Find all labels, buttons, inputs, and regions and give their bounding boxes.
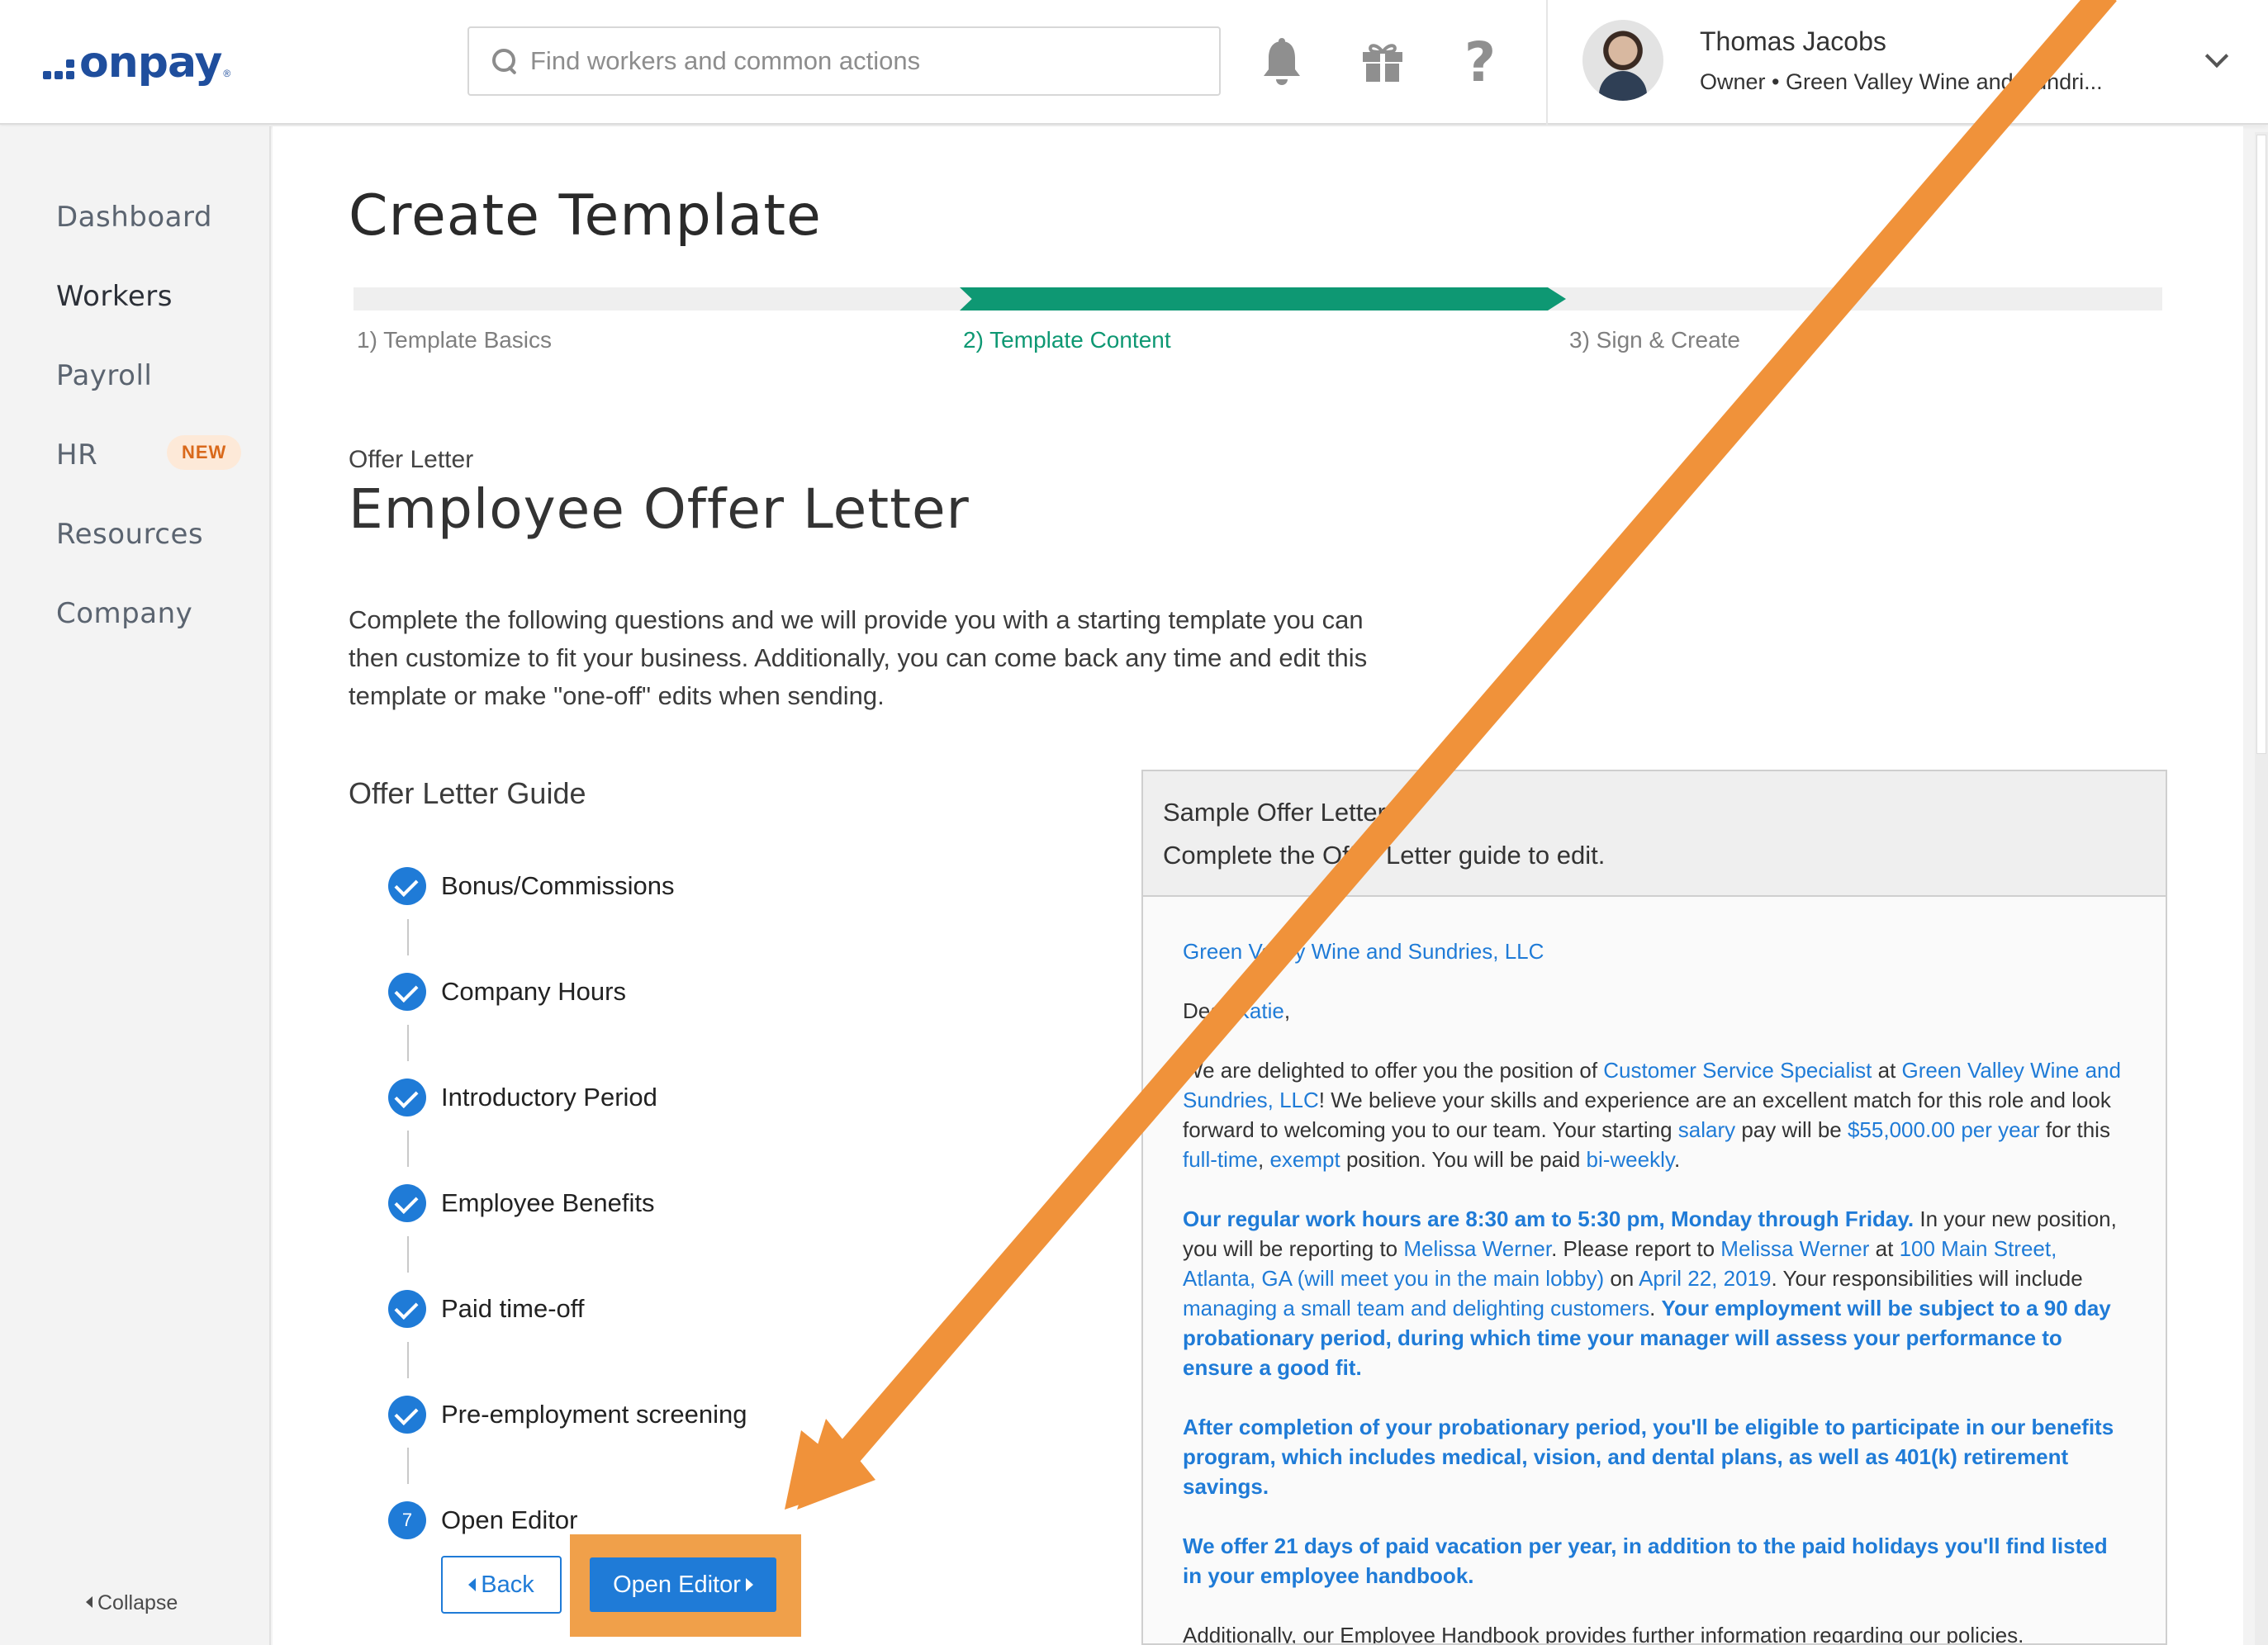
onpay-logo[interactable]: onpay ® [43, 30, 230, 96]
guide-item-label: Pre-employment screening [441, 1400, 747, 1429]
letter-paragraph-4: We offer 21 days of paid vacation per ye… [1183, 1534, 2108, 1588]
back-button[interactable]: Back [441, 1556, 562, 1614]
logo-registered-mark: ® [223, 68, 231, 79]
gift-icon[interactable] [1358, 33, 1407, 91]
step-template-content[interactable]: 2) Template Content [963, 327, 1171, 353]
caret-right-icon [745, 1578, 753, 1591]
guide-item-hours[interactable]: Company Hours [388, 973, 626, 1011]
check-circle-icon [388, 973, 426, 1011]
guide-item-label: Bonus/Commissions [441, 871, 675, 900]
search-input[interactable] [530, 46, 1191, 76]
guide-item-label: Company Hours [441, 977, 626, 1006]
guide-item-screening[interactable]: Pre-employment screening [388, 1396, 747, 1434]
sample-panel-header: Sample Offer Letter Complete the Offer L… [1143, 771, 2166, 897]
step-progress-active [960, 287, 1566, 311]
sidebar-item-hr[interactable]: HR NEW [56, 435, 242, 472]
sidebar-item-hr-label: HR [56, 439, 98, 472]
avatar [1582, 20, 1663, 101]
page-title: Create Template [349, 183, 822, 249]
open-editor-button-label: Open Editor [613, 1571, 741, 1598]
check-circle-icon [388, 1396, 426, 1434]
step-number-badge: 7 [388, 1501, 426, 1539]
search-icon [491, 47, 519, 75]
guide-connector [407, 1131, 409, 1167]
logo-text: onpay [79, 38, 222, 88]
app-window: onpay ® ? Thomas Jac [0, 0, 2268, 1645]
guide-item-label: Open Editor [441, 1505, 578, 1534]
guide-item-pto[interactable]: Paid time-off [388, 1290, 584, 1328]
guide-connector [407, 1025, 409, 1061]
sample-letter-body: Green Valley Wine and Sundries, LLC Dear… [1183, 936, 2124, 1645]
doc-title: Employee Offer Letter [349, 477, 970, 541]
step-sign-create[interactable]: 3) Sign & Create [1569, 327, 1740, 353]
letter-greeting: Dear Katie, [1183, 998, 1291, 1023]
sidebar-item-workers[interactable]: Workers [56, 280, 173, 313]
guide-connector [407, 1448, 409, 1484]
guide-item-benefits[interactable]: Employee Benefits [388, 1184, 654, 1222]
user-name: Thomas Jacobs [1700, 26, 1886, 56]
sidebar-item-company[interactable]: Company [56, 597, 192, 630]
sample-panel-subtitle: Complete the Offer Letter guide to edit. [1163, 841, 1606, 870]
guide-item-bonus[interactable]: Bonus/Commissions [388, 867, 675, 905]
guide-item-label: Introductory Period [441, 1083, 657, 1112]
top-bar: onpay ® ? Thomas Jac [0, 0, 2268, 125]
back-button-label: Back [481, 1571, 534, 1598]
guide-connector [407, 1342, 409, 1378]
intro-text: Complete the following questions and we … [349, 605, 1368, 710]
letter-paragraph-5: Additionally, our Employee Handbook prov… [1183, 1623, 2024, 1645]
caret-left-icon [468, 1578, 477, 1591]
sample-offer-letter-panel: Sample Offer Letter Complete the Offer L… [1141, 770, 2167, 1645]
doc-type-label: Offer Letter [349, 446, 474, 473]
scrollbar-thumb[interactable] [2256, 135, 2266, 754]
open-editor-button[interactable]: Open Editor [590, 1557, 776, 1612]
user-role: Owner • Green Valley Wine and Sundri... [1700, 69, 2103, 94]
chevron-down-icon[interactable] [2204, 44, 2229, 69]
guide-item-label: Employee Benefits [441, 1188, 655, 1217]
guide-connector [407, 919, 409, 955]
new-badge: NEW [167, 435, 242, 470]
guide-item-intro-period[interactable]: Introductory Period [388, 1078, 657, 1116]
sidebar: Dashboard Workers Payroll HR NEW Resourc… [0, 126, 271, 1645]
check-circle-icon [388, 1290, 426, 1328]
collapse-label: Collapse [97, 1591, 178, 1614]
letter-paragraph-1: We are delighted to offer you the positi… [1183, 1058, 2121, 1172]
guide-title: Offer Letter Guide [349, 776, 586, 810]
bell-icon[interactable] [1257, 33, 1307, 91]
step-template-basics[interactable]: 1) Template Basics [357, 327, 552, 353]
check-circle-icon [388, 1078, 426, 1116]
guide-item-label: Paid time-off [441, 1294, 585, 1323]
sample-panel-title: Sample Offer Letter [1163, 798, 1386, 827]
sidebar-item-dashboard[interactable]: Dashboard [56, 201, 212, 234]
help-icon[interactable]: ? [1455, 31, 1505, 94]
letter-recipient-name: Katie [1235, 998, 1284, 1023]
collapse-button[interactable]: Collapse [86, 1591, 178, 1615]
check-circle-icon [388, 1184, 426, 1222]
letter-paragraph-3: After completion of your probationary pe… [1183, 1415, 2114, 1499]
user-menu[interactable]: Thomas Jacobs Owner • Green Valley Wine … [1546, 0, 2268, 125]
sidebar-item-resources[interactable]: Resources [56, 518, 203, 551]
search-box[interactable] [467, 26, 1221, 96]
logo-mark [43, 59, 74, 79]
check-circle-icon [388, 867, 426, 905]
caret-left-icon [86, 1596, 93, 1608]
guide-item-open-editor[interactable]: 7 Open Editor [388, 1501, 577, 1539]
sidebar-item-payroll[interactable]: Payroll [56, 359, 152, 392]
letter-paragraph-2: Our regular work hours are 8:30 am to 5:… [1183, 1206, 2117, 1380]
guide-connector [407, 1236, 409, 1273]
letter-company: Green Valley Wine and Sundries, LLC [1183, 939, 1544, 964]
